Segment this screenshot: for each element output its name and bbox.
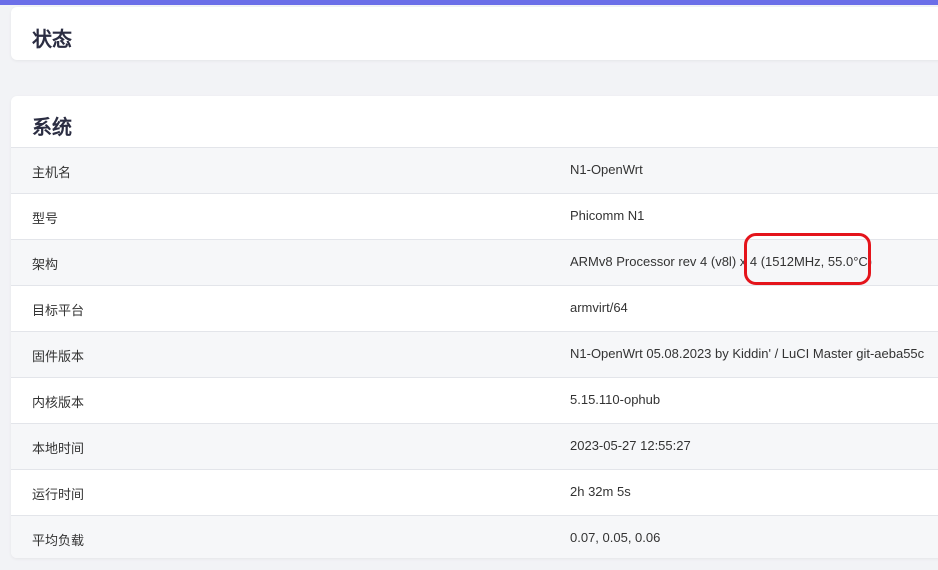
row-label: 目标平台	[32, 303, 85, 318]
row-value: N1-OpenWrt 05.08.2023 by Kiddin' / LuCI …	[570, 346, 925, 361]
table-row-uptime: 运行时间 2h 32m 5s	[11, 469, 938, 515]
table-row-local-time: 本地时间 2023-05-27 12:55:27	[11, 423, 938, 469]
table-row-kernel-version: 内核版本 5.15.110-ophub	[11, 377, 938, 423]
row-label: 本地时间	[32, 441, 85, 456]
row-value: N1-OpenWrt	[570, 162, 643, 177]
system-info-table: 主机名 N1-OpenWrt 型号 Phicomm N1 架构 ARMv8 Pr…	[11, 147, 938, 558]
row-value: Phicomm N1	[570, 208, 645, 223]
top-accent-bar	[0, 0, 938, 5]
row-label: 平均负载	[32, 533, 85, 548]
page-header-card: 状态	[11, 7, 938, 60]
row-value: armvirt/64	[570, 300, 628, 315]
cpu-info-highlight-annotation	[744, 233, 871, 285]
system-section: 系统 主机名 N1-OpenWrt 型号 Phicomm N1 架构 ARMv8…	[11, 96, 938, 558]
row-value: 5.15.110-ophub	[570, 392, 661, 407]
table-row-hostname: 主机名 N1-OpenWrt	[11, 147, 938, 193]
page-title: 状态	[32, 29, 72, 51]
section-title: 系统	[32, 117, 72, 139]
table-row-target-platform: 目标平台 armvirt/64	[11, 285, 938, 331]
row-label: 内核版本	[32, 395, 85, 410]
row-label: 固件版本	[32, 349, 85, 364]
row-label: 主机名	[32, 165, 72, 180]
row-value: 2023-05-27 12:55:27	[570, 438, 691, 453]
table-row-load-average: 平均负载 0.07, 0.05, 0.06	[11, 515, 938, 558]
row-value: 2h 32m 5s	[570, 484, 631, 499]
row-label: 型号	[32, 211, 59, 226]
row-label: 架构	[32, 257, 59, 272]
row-label: 运行时间	[32, 487, 85, 502]
table-row-firmware-version: 固件版本 N1-OpenWrt 05.08.2023 by Kiddin' / …	[11, 331, 938, 377]
row-value: 0.07, 0.05, 0.06	[570, 530, 661, 545]
